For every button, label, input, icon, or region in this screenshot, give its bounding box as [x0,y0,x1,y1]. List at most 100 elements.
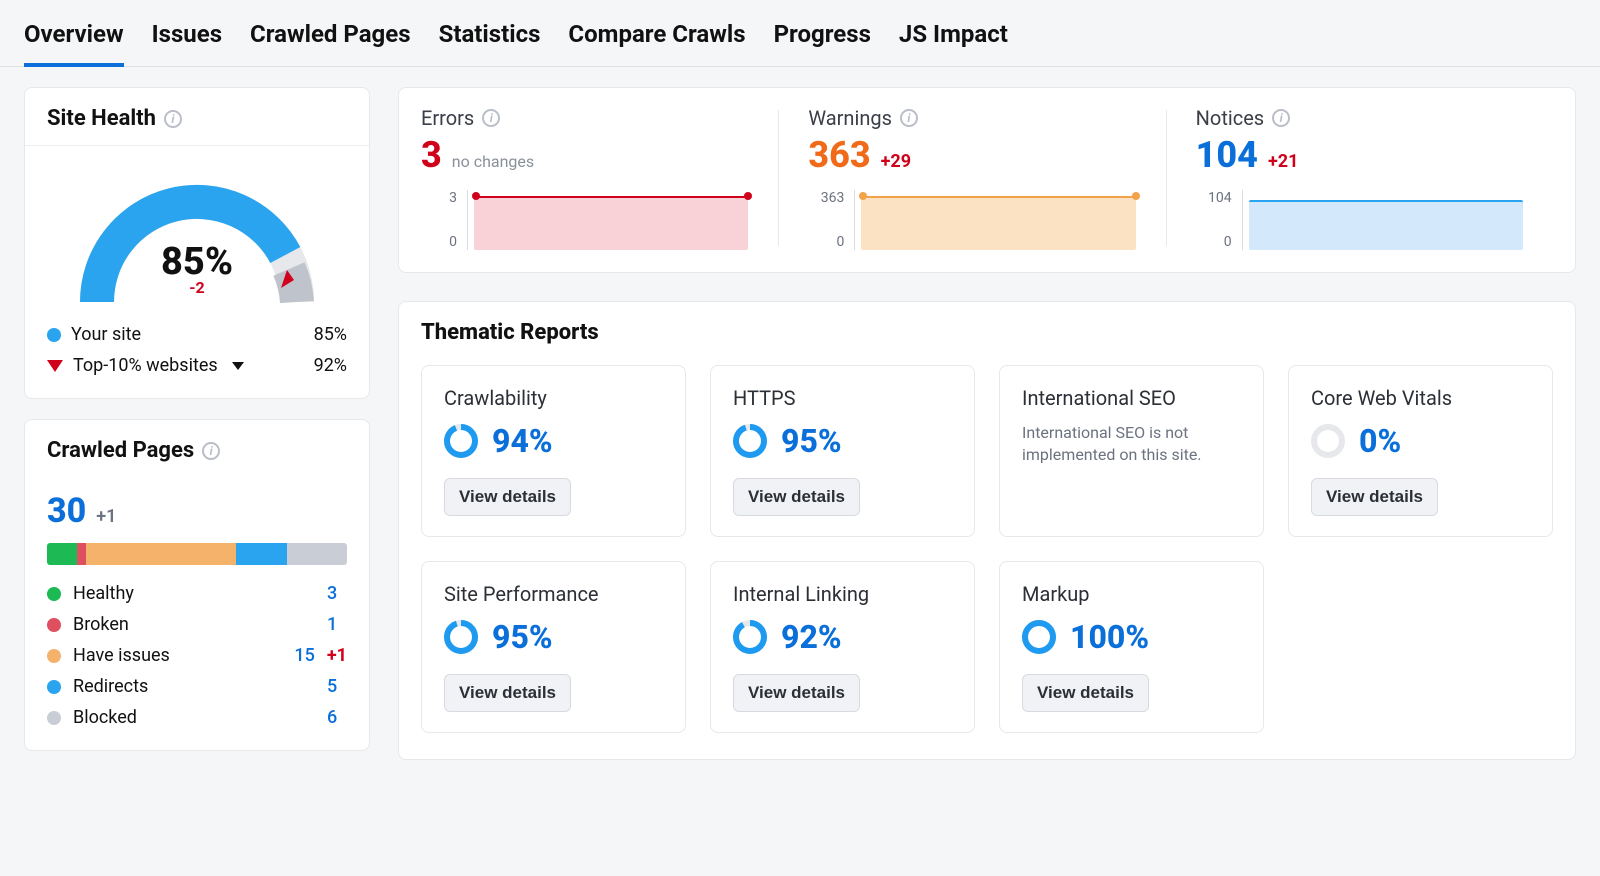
crawled-value: 6 [327,707,347,728]
report-title: HTTPS [733,386,952,410]
report-card-international: International SEO International SEO is no… [999,365,1264,537]
tab-compare-crawls[interactable]: Compare Crawls [568,20,745,66]
crawled-row-blocked[interactable]: Blocked 6 [47,707,347,728]
crawled-value: 3 [327,583,347,604]
nav-tabs: Overview Issues Crawled Pages Statistics Com… [0,0,1600,67]
crawled-row-healthy[interactable]: Healthy3 [47,583,347,604]
dot-icon [47,680,61,694]
report-title: Site Performance [444,582,663,606]
tab-crawled-pages[interactable]: Crawled Pages [250,20,411,66]
report-percent: 94% [492,422,553,460]
report-percent: 95% [492,618,553,656]
crawled-label: Have issues [73,645,282,666]
progress-ring-icon [444,620,478,654]
segment-broken[interactable] [77,543,86,565]
crawled-total-delta: +1 [96,506,116,527]
view-details-button[interactable]: View details [444,478,571,516]
report-card-performance: Site Performance 95% View details [421,561,686,733]
warnings-sparkline: 363 0 [808,190,1135,250]
report-card-markup: Markup 100% View details [999,561,1264,733]
errors-label: Errors [421,106,474,130]
report-metric: 95% [733,422,952,460]
crawled-label: Redirects [73,676,315,697]
report-title: International SEO [1022,386,1241,410]
view-details-button[interactable]: View details [444,674,571,712]
crawled-value: 5 [327,676,347,697]
crawled-value: 1 [327,614,347,635]
warnings-delta: +29 [881,151,911,172]
info-icon[interactable]: i [1272,109,1290,127]
view-details-button[interactable]: View details [1311,478,1438,516]
view-details-button[interactable]: View details [733,674,860,712]
report-percent: 0% [1359,422,1401,460]
info-icon[interactable]: i [164,110,182,128]
crawled-row-broken[interactable]: Broken 1 [47,614,347,635]
report-title: Core Web Vitals [1311,386,1530,410]
crawled-row-redirects[interactable]: Redirects 5 [47,676,347,697]
crawled-label: Broken [73,614,315,635]
dot-icon [47,618,61,632]
report-note: International SEO is not implemented on … [1022,422,1241,467]
report-metric: 94% [444,422,663,460]
progress-ring-icon [1311,424,1345,458]
info-icon[interactable]: i [202,442,220,460]
tab-overview[interactable]: Overview [24,20,124,66]
progress-ring-icon [733,424,767,458]
view-details-button[interactable]: View details [1022,674,1149,712]
report-card-internal: Internal Linking 92% View details [710,561,975,733]
report-metric: 95% [444,618,663,656]
report-card-cwv: Core Web Vitals 0% View details [1288,365,1553,537]
site-health-title: Site Health [47,106,156,131]
segment-blocked[interactable] [287,543,347,565]
warnings-column[interactable]: Warnings i 363 +29 363 0 [778,106,1165,250]
warnings-value: 363 [808,134,870,176]
chevron-down-icon [232,362,244,370]
notices-sparkline: 104 0 [1196,190,1523,250]
notices-column[interactable]: Notices i 104 +21 104 0 [1166,106,1553,250]
legend-your-site: Your site 85% [47,324,347,345]
report-title: Crawlability [444,386,663,410]
report-card-crawlability: Crawlability 94% View details [421,365,686,537]
tab-js-impact[interactable]: JS Impact [899,20,1008,66]
tab-statistics[interactable]: Statistics [439,20,541,66]
thematic-title: Thematic Reports [421,320,1553,345]
thematic-reports-panel: Thematic Reports Crawlability 94% View d… [398,301,1576,760]
crawled-pages-title: Crawled Pages [47,438,194,463]
crawled-total[interactable]: 30 [47,491,86,531]
legend-top10[interactable]: Top-10% websites 92% [47,355,347,376]
notices-delta: +21 [1268,151,1298,172]
crawled-pages-card: Crawled Pages i 30 +1 Healthy3 Broken 1 Hav… [24,419,370,751]
tab-issues[interactable]: Issues [152,20,222,66]
crawled-label: Blocked [73,707,315,728]
report-card-https: HTTPS 95% View details [710,365,975,537]
errors-value: 3 [421,134,442,176]
report-metric: 92% [733,618,952,656]
errors-sparkline: 3 0 [421,190,748,250]
warnings-label: Warnings [808,106,892,130]
info-icon[interactable]: i [900,109,918,127]
tab-progress[interactable]: Progress [774,20,871,66]
errors-column[interactable]: Errors i 3 no changes 3 0 [421,106,778,250]
progress-ring-icon [1022,620,1056,654]
progress-ring-icon [733,620,767,654]
site-health-gauge: 85% -2 [67,162,327,312]
dot-icon [47,328,61,342]
segment-redirects[interactable] [236,543,287,565]
triangle-down-icon [47,360,63,372]
crawled-stacked-bar[interactable] [47,543,347,565]
segment-healthy[interactable] [47,543,77,565]
report-metric: 0% [1311,422,1530,460]
site-health-card: Site Health i 85% -2 [24,87,370,399]
info-icon[interactable]: i [482,109,500,127]
crawled-value: 15 [294,645,314,666]
view-details-button[interactable]: View details [733,478,860,516]
report-title: Internal Linking [733,582,952,606]
notices-value: 104 [1196,134,1258,176]
report-metric: 100% [1022,618,1241,656]
errors-sub: no changes [452,152,534,171]
report-title: Markup [1022,582,1241,606]
segment-issues[interactable] [86,543,236,565]
crawled-row-issues[interactable]: Have issues15+1 [47,645,347,666]
report-percent: 95% [781,422,842,460]
report-percent: 100% [1070,618,1149,656]
